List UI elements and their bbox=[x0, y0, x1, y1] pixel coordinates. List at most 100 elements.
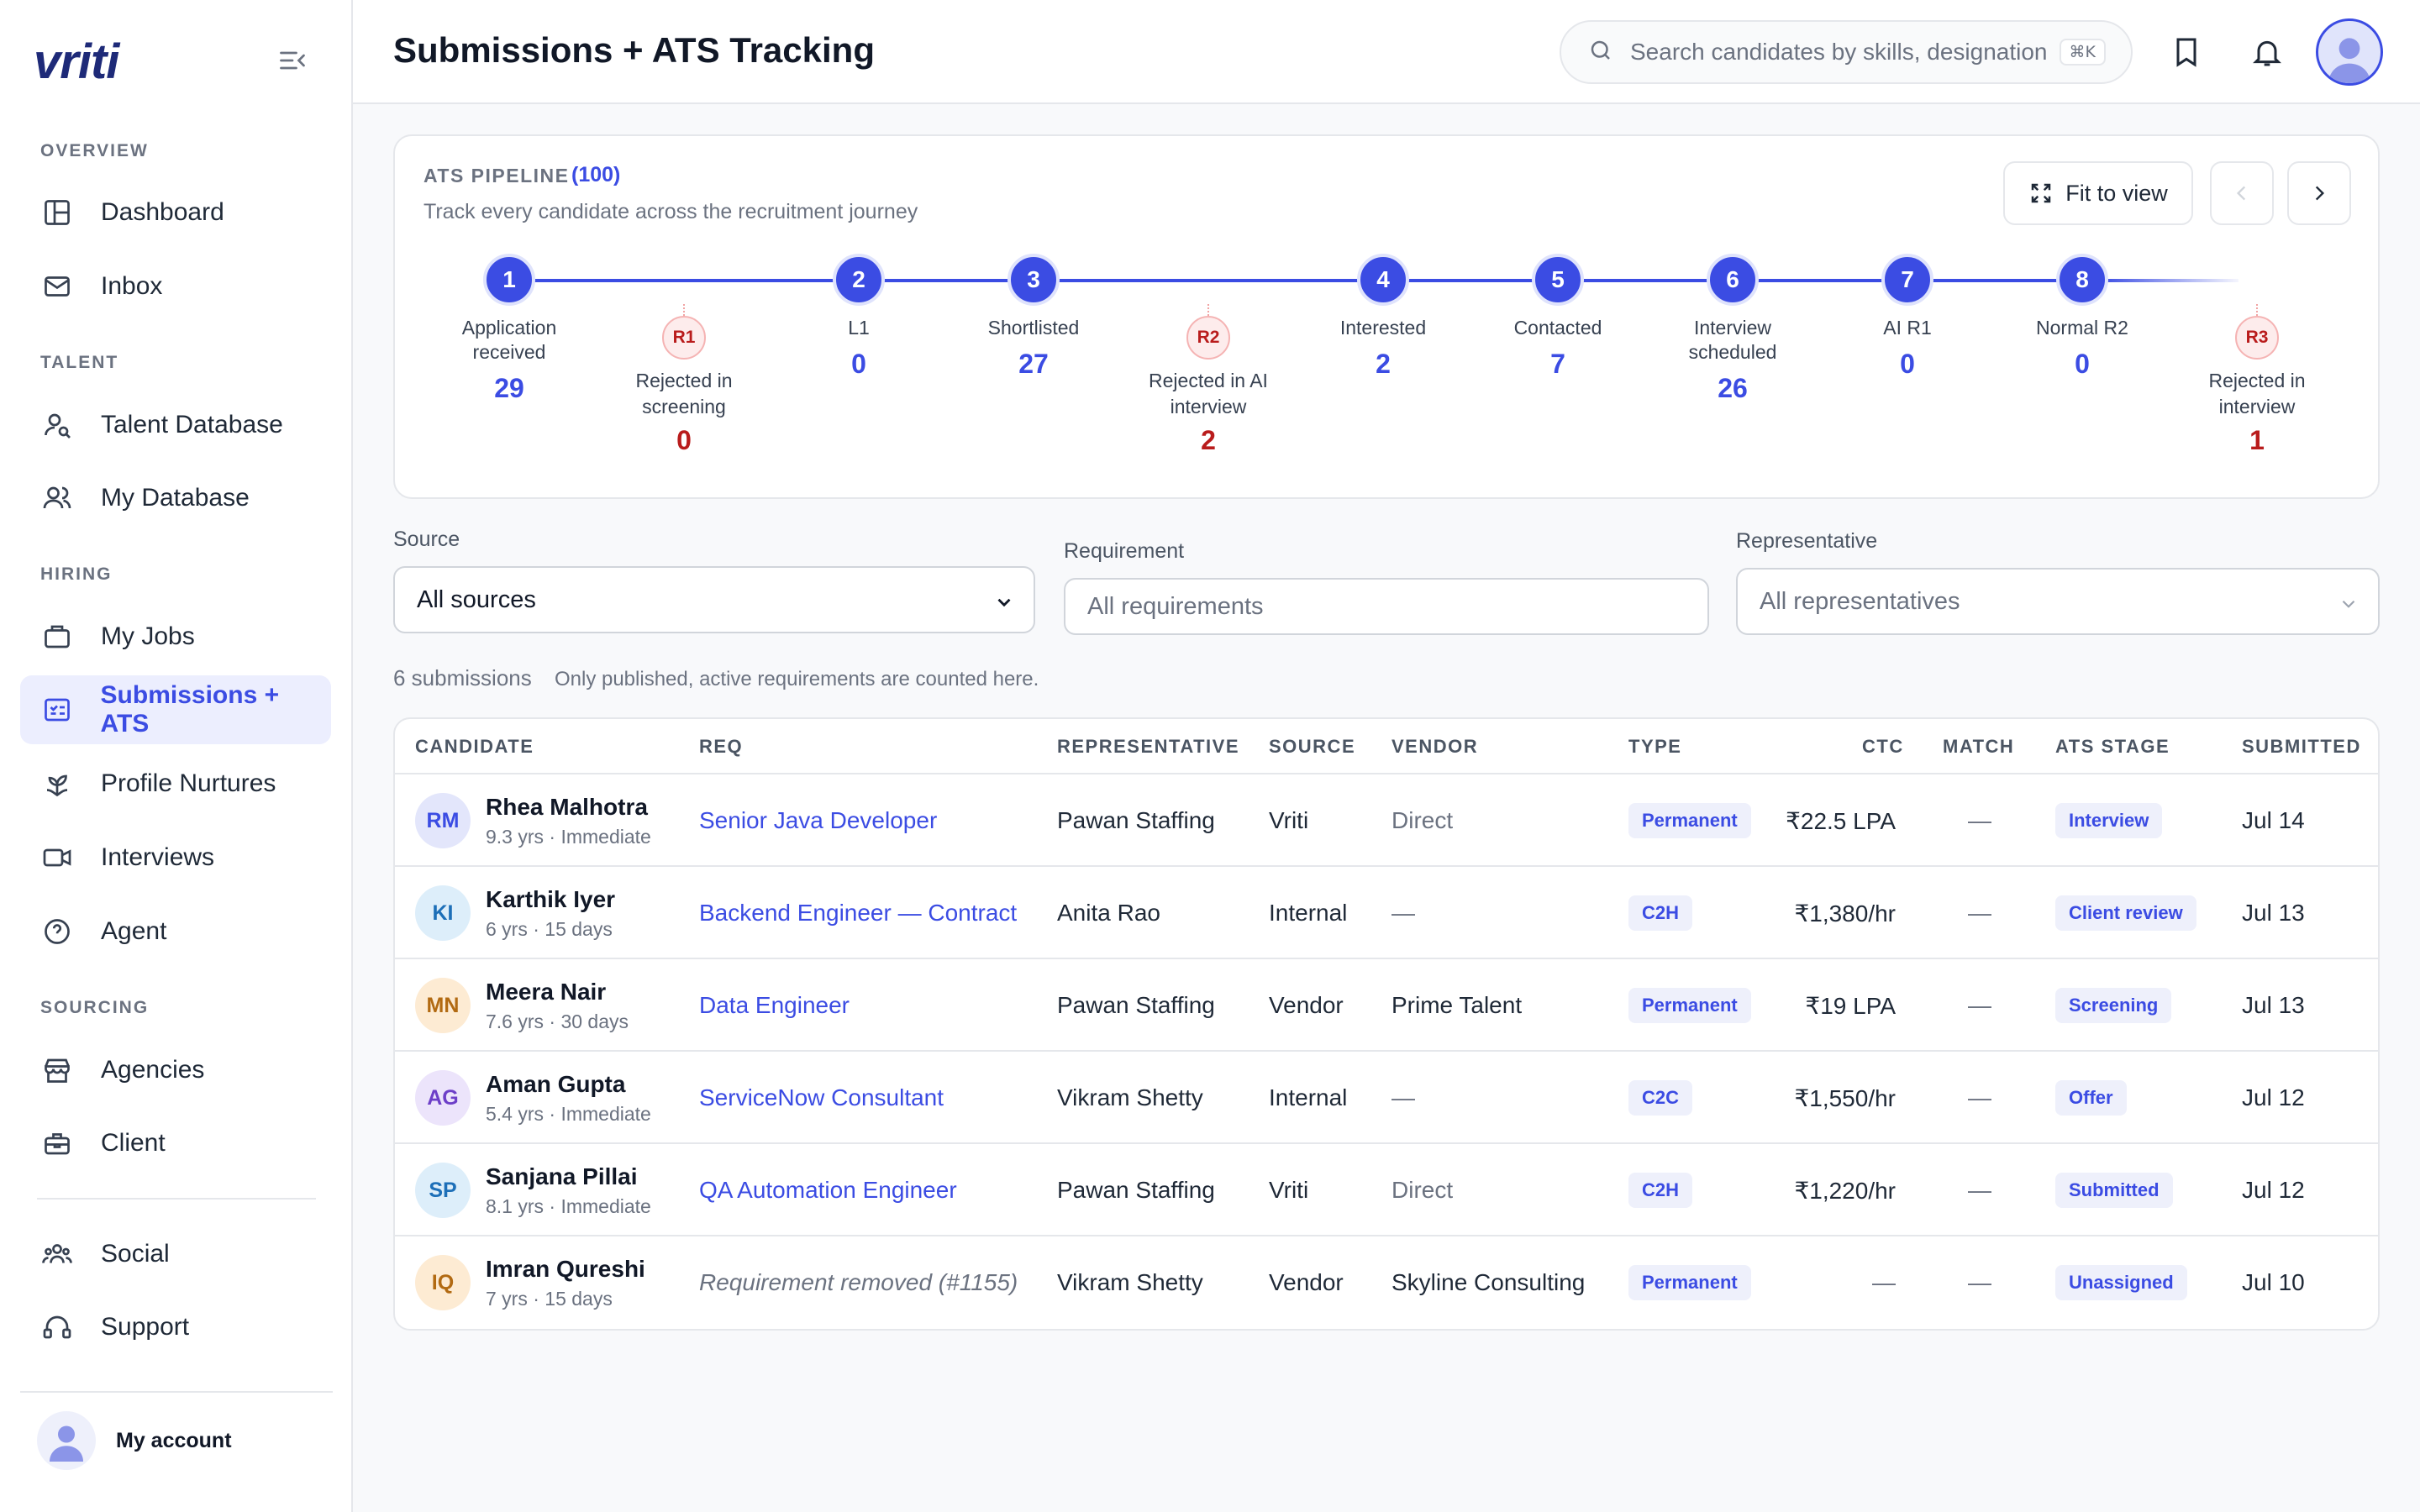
pipeline-stage[interactable]: 6 Interview scheduled 26 bbox=[1649, 254, 1817, 404]
req-cell[interactable]: QA Automation Engineer bbox=[699, 1144, 957, 1236]
type-badge: Permanent bbox=[1628, 803, 1751, 838]
sidebar-item-support[interactable]: Support bbox=[20, 1294, 331, 1361]
pipeline-next-button[interactable] bbox=[2287, 161, 2351, 225]
pipeline-title: ATS PIPELINE bbox=[424, 165, 570, 186]
users-icon bbox=[40, 481, 74, 515]
req-link[interactable]: ServiceNow Consultant bbox=[699, 1084, 944, 1111]
submissions-count: 6 submissions bbox=[393, 665, 532, 690]
submitted-cell: Jul 13 bbox=[2242, 900, 2305, 926]
table-row[interactable]: RM Rhea Malhotra 9.3 yrs · Immediate Seni… bbox=[395, 774, 2378, 867]
candidate-initials: IQ bbox=[415, 1255, 471, 1310]
column-submitted[interactable]: SUBMITTED bbox=[2242, 736, 2361, 758]
source-cell: Vriti bbox=[1269, 807, 1309, 833]
column-ctc[interactable]: CTC bbox=[1862, 736, 1904, 758]
column-vendor[interactable]: VENDOR bbox=[1392, 736, 1478, 758]
sidebar-item-social[interactable]: Social bbox=[20, 1220, 331, 1289]
column-req[interactable]: REQ bbox=[699, 736, 743, 758]
table-row[interactable]: SP Sanjana Pillai 8.1 yrs · Immediate QA … bbox=[395, 1144, 2378, 1236]
sidebar-item-my-database[interactable]: My Database bbox=[20, 464, 331, 533]
candidate-cell[interactable]: MN Meera Nair 7.6 yrs · 30 days bbox=[415, 959, 629, 1052]
fit-to-view-button[interactable]: Fit to view bbox=[2003, 161, 2193, 225]
req-cell[interactable]: Data Engineer bbox=[699, 959, 850, 1052]
sidebar-item-client[interactable]: Client bbox=[20, 1109, 331, 1178]
collapse-sidebar-icon[interactable] bbox=[277, 45, 308, 76]
req-link[interactable]: QA Automation Engineer bbox=[699, 1177, 957, 1204]
pipeline-rejection[interactable]: R2 Rejected in AI interview 2 bbox=[1124, 304, 1292, 456]
pipeline-stage[interactable]: 7 AI R1 0 bbox=[1823, 254, 1991, 380]
sidebar-item-agent[interactable]: Agent bbox=[20, 897, 331, 966]
my-account-button[interactable]: My account bbox=[37, 1411, 232, 1470]
column-candidate[interactable]: CANDIDATE bbox=[415, 736, 534, 758]
logo[interactable]: vriti bbox=[34, 34, 119, 90]
sidebar-item-submissions[interactable]: Submissions + ATS bbox=[20, 675, 331, 744]
req-cell[interactable]: Backend Engineer — Contract bbox=[699, 867, 1017, 959]
bookmark-icon[interactable] bbox=[2168, 34, 2205, 71]
table-row[interactable]: KI Karthik Iyer 6 yrs · 15 days Backend E… bbox=[395, 867, 2378, 959]
stage-label: Contacted bbox=[1513, 317, 1602, 339]
rejection-label: Rejected in AI interview bbox=[1149, 370, 1268, 417]
pipeline-stage[interactable]: 8 Normal R2 0 bbox=[1998, 254, 2166, 380]
type-cell: Permanent bbox=[1628, 1236, 1751, 1329]
pipeline-stage[interactable]: 4 Interested 2 bbox=[1299, 254, 1467, 380]
pipeline-rejection[interactable]: R3 Rejected in interview 1 bbox=[2173, 304, 2341, 456]
type-cell: C2H bbox=[1628, 1144, 1693, 1236]
req-link[interactable]: Data Engineer bbox=[699, 992, 850, 1019]
search-bar[interactable]: ⌘K bbox=[1560, 20, 2133, 84]
table-row[interactable]: AG Aman Gupta 5.4 yrs · Immediate Service… bbox=[395, 1052, 2378, 1144]
representative-select[interactable]: All representatives bbox=[1736, 568, 2380, 635]
search-input[interactable] bbox=[1630, 39, 2050, 66]
req-link[interactable]: Backend Engineer — Contract bbox=[699, 900, 1017, 927]
match-cell: — bbox=[1968, 900, 1991, 926]
candidate-meta: 7.6 yrs · 30 days bbox=[486, 1010, 629, 1032]
section-sourcing: SOURCING bbox=[40, 998, 150, 1017]
pipeline-prev-button[interactable] bbox=[2210, 161, 2274, 225]
chevron-down-icon bbox=[997, 598, 1011, 607]
req-cell[interactable]: ServiceNow Consultant bbox=[699, 1052, 944, 1144]
pipeline-stage[interactable]: 1 Application received 29 bbox=[425, 254, 593, 404]
sidebar-item-label: Social bbox=[101, 1240, 170, 1268]
bell-icon[interactable] bbox=[2249, 34, 2286, 71]
candidate-name: Aman Gupta bbox=[486, 1070, 626, 1097]
stage-number: 5 bbox=[1532, 254, 1584, 306]
candidate-cell[interactable]: RM Rhea Malhotra 9.3 yrs · Immediate bbox=[415, 774, 651, 867]
sidebar-item-profile-nurtures[interactable]: Profile Nurtures bbox=[20, 749, 331, 818]
sidebar-item-agencies[interactable]: Agencies bbox=[20, 1036, 331, 1105]
avatar bbox=[37, 1411, 96, 1470]
sidebar-item-talent-database[interactable]: Talent Database bbox=[20, 391, 331, 459]
source-select[interactable]: All sources bbox=[393, 566, 1035, 633]
column-ats-stage[interactable]: ATS STAGE bbox=[2055, 736, 2170, 758]
req-link[interactable]: Senior Java Developer bbox=[699, 807, 937, 834]
pipeline-stage[interactable]: 2 L1 0 bbox=[775, 254, 943, 380]
column-type[interactable]: TYPE bbox=[1628, 736, 1681, 758]
sidebar-item-dashboard[interactable]: Dashboard bbox=[20, 178, 331, 247]
source-cell: Vriti bbox=[1269, 1177, 1309, 1203]
pipeline-stage[interactable]: 5 Contacted 7 bbox=[1474, 254, 1642, 380]
candidate-cell[interactable]: AG Aman Gupta 5.4 yrs · Immediate bbox=[415, 1052, 651, 1144]
expand-icon bbox=[2031, 183, 2051, 203]
sidebar-item-label: Submissions + ATS bbox=[100, 681, 280, 738]
rejection-label: Rejected in screening bbox=[635, 370, 733, 417]
pipeline-stage[interactable]: 3 Shortlisted 27 bbox=[950, 254, 1118, 380]
sidebar-item-my-jobs[interactable]: My Jobs bbox=[20, 602, 331, 671]
table-row[interactable]: IQ Imran Qureshi 7 yrs · 15 days Requirem… bbox=[395, 1236, 2378, 1329]
column-source[interactable]: SOURCE bbox=[1269, 736, 1355, 758]
sidebar-item-inbox[interactable]: Inbox bbox=[20, 252, 331, 321]
stage-number: 3 bbox=[1007, 254, 1060, 306]
table-row[interactable]: MN Meera Nair 7.6 yrs · 30 days Data Engi… bbox=[395, 959, 2378, 1052]
candidate-cell[interactable]: IQ Imran Qureshi 7 yrs · 15 days bbox=[415, 1236, 645, 1329]
column-match[interactable]: MATCH bbox=[1943, 736, 2014, 758]
candidate-cell[interactable]: KI Karthik Iyer 6 yrs · 15 days bbox=[415, 867, 615, 959]
sidebar-item-interviews[interactable]: Interviews bbox=[20, 823, 331, 892]
stage-cell: Unassigned bbox=[2055, 1236, 2187, 1329]
stage-number: 2 bbox=[833, 254, 885, 306]
req-cell[interactable]: Senior Java Developer bbox=[699, 774, 937, 867]
stage-count: 29 bbox=[494, 373, 524, 403]
pipeline-rejection[interactable]: R1 Rejected in screening 0 bbox=[600, 304, 768, 456]
user-search-icon bbox=[40, 408, 74, 442]
candidate-cell[interactable]: SP Sanjana Pillai 8.1 yrs · Immediate bbox=[415, 1144, 651, 1236]
column-representative[interactable]: REPRESENTATIVE bbox=[1057, 736, 1239, 758]
vendor-cell: — bbox=[1392, 900, 1415, 926]
requirement-input[interactable]: All requirements bbox=[1064, 578, 1709, 635]
user-avatar-button[interactable] bbox=[2316, 18, 2383, 86]
search-icon bbox=[1588, 38, 1613, 67]
